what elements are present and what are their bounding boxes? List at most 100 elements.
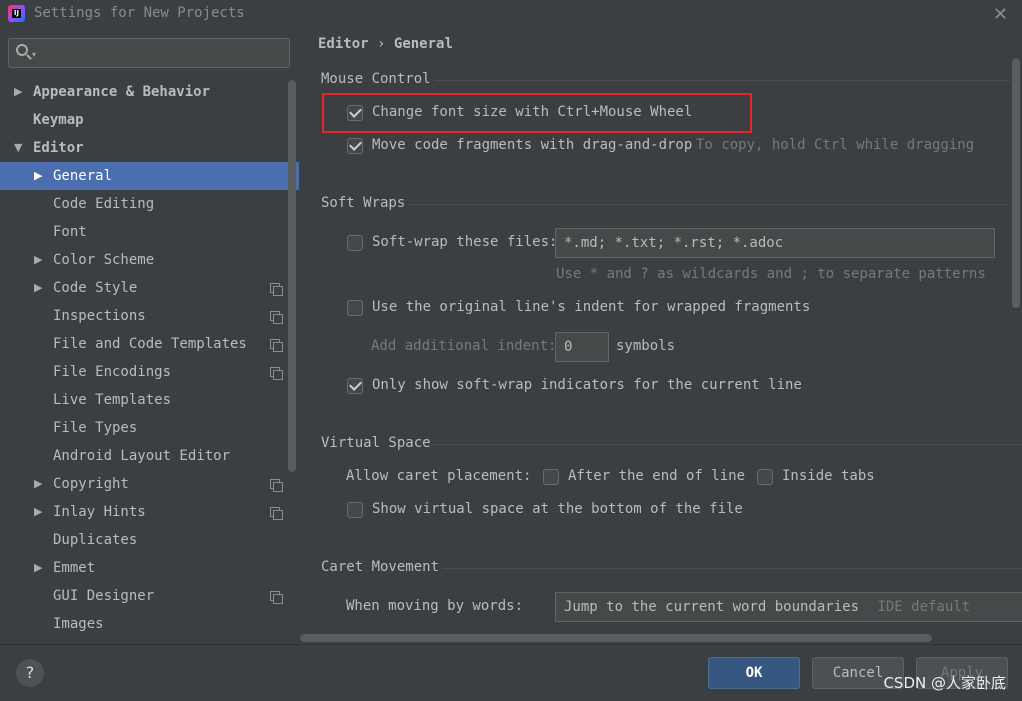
app-logo-icon: IJ (8, 5, 25, 22)
sidebar-item-code-editing[interactable]: Code Editing (0, 190, 300, 218)
sidebar-item-general[interactable]: ▶ General (0, 162, 299, 190)
sidebar-item-android-layout-editor[interactable]: Android Layout Editor (0, 442, 300, 470)
moving-by-words-hint: IDE default (877, 599, 971, 615)
project-settings-icon (270, 311, 283, 324)
after-end-of-line-label[interactable]: After the end of line (568, 468, 745, 484)
sidebar-item-label: Inspections (53, 308, 146, 324)
sidebar-item-gui-designer[interactable]: GUI Designer (0, 582, 300, 610)
title-bar: IJ Settings for New Projects ✕ (0, 0, 1022, 28)
sidebar-item-label: Appearance & Behavior (33, 84, 211, 100)
sidebar-scrollbar[interactable] (288, 80, 296, 472)
sidebar-item-inspections[interactable]: Inspections (0, 302, 300, 330)
close-icon[interactable]: ✕ (993, 4, 1008, 25)
content-scrollbar[interactable] (1012, 58, 1020, 308)
caret-placement-label: Allow caret placement: (346, 468, 532, 484)
sidebar-item-label: Android Layout Editor (53, 448, 231, 464)
sidebar-item-appearance[interactable]: ▶ Appearance & Behavior (0, 78, 300, 106)
section-divider (442, 568, 1022, 569)
project-settings-icon (270, 283, 283, 296)
sidebar-item-label: Code Editing (53, 196, 155, 212)
horizontal-scrollbar[interactable] (300, 634, 932, 642)
breadcrumb: Editor › General (318, 36, 453, 52)
move-code-hint: To copy, hold Ctrl while dragging (696, 137, 975, 153)
expand-arrow-icon[interactable]: ▶ (34, 246, 42, 274)
sidebar-item-keymap[interactable]: Keymap (0, 106, 300, 134)
section-title-virtual-space: Virtual Space (321, 435, 431, 451)
project-settings-icon (270, 479, 283, 492)
chevron-down-icon[interactable]: ▾ (32, 50, 36, 59)
sidebar-item-label: GUI Designer (53, 588, 155, 604)
soft-wrap-files-label[interactable]: Soft-wrap these files: (372, 234, 557, 250)
sidebar-item-file-encodings[interactable]: File Encodings (0, 358, 300, 386)
sidebar-item-label: Editor (33, 140, 84, 156)
expand-arrow-icon[interactable]: ▶ (34, 554, 42, 582)
breadcrumb-parent[interactable]: Editor (318, 36, 369, 52)
sidebar-item-label: Emmet (53, 560, 96, 576)
sidebar-item-label: Keymap (33, 112, 84, 128)
change-font-size-checkbox[interactable] (347, 105, 363, 121)
sidebar-item-label: General (53, 168, 113, 184)
dialog-footer: ? OK Cancel Apply CSDN @人家卧底 (0, 644, 1022, 701)
sidebar-item-duplicates[interactable]: Duplicates (0, 526, 300, 554)
sidebar-item-label: File and Code Templates (53, 336, 247, 352)
search-icon (16, 44, 28, 56)
soft-wrap-files-input[interactable]: *.md; *.txt; *.rst; *.adoc (555, 228, 995, 258)
expand-arrow-icon[interactable]: ▶ (34, 498, 42, 526)
section-divider (410, 204, 1010, 205)
move-code-checkbox[interactable] (347, 138, 363, 154)
show-virtual-space-checkbox[interactable] (347, 502, 363, 518)
sidebar-item-label: Code Style (53, 280, 138, 296)
sidebar-item-font[interactable]: Font (0, 218, 300, 246)
window-title: Settings for New Projects (34, 5, 245, 21)
sidebar-item-file-types[interactable]: File Types (0, 414, 300, 442)
moving-by-words-value: Jump to the current word boundaries (564, 599, 860, 615)
sidebar-item-code-style[interactable]: ▶ Code Style (0, 274, 300, 302)
help-button[interactable]: ? (16, 659, 44, 687)
show-virtual-space-label[interactable]: Show virtual space at the bottom of the … (372, 501, 743, 517)
expand-arrow-icon[interactable]: ▶ (34, 162, 42, 190)
section-title-caret-movement: Caret Movement (321, 559, 440, 575)
search-input[interactable]: ▾ (8, 38, 290, 68)
change-font-size-label[interactable]: Change font size with Ctrl+Mouse Wheel (372, 104, 692, 120)
additional-indent-unit: symbols (616, 338, 676, 354)
collapse-arrow-icon[interactable]: ▼ (14, 134, 22, 162)
expand-arrow-icon[interactable]: ▶ (34, 470, 42, 498)
section-title-mouse-control: Mouse Control (321, 71, 431, 87)
soft-wrap-files-checkbox[interactable] (347, 235, 363, 251)
sidebar-item-copyright[interactable]: ▶ Copyright (0, 470, 300, 498)
expand-arrow-icon[interactable]: ▶ (14, 78, 22, 106)
original-indent-checkbox[interactable] (347, 300, 363, 316)
sidebar-item-label: File Types (53, 420, 138, 436)
project-settings-icon (270, 367, 283, 380)
expand-arrow-icon[interactable]: ▶ (34, 274, 42, 302)
sidebar-item-images[interactable]: Images (0, 610, 300, 638)
section-title-soft-wraps: Soft Wraps (321, 195, 406, 211)
sidebar-item-label: Copyright (53, 476, 129, 492)
sidebar-item-color-scheme[interactable]: ▶ Color Scheme (0, 246, 300, 274)
sidebar-item-label: Images (53, 616, 104, 632)
moving-by-words-label: When moving by words: (346, 598, 524, 614)
soft-wrap-indicators-label[interactable]: Only show soft-wrap indicators for the c… (372, 377, 802, 393)
project-settings-icon (270, 591, 283, 604)
inside-tabs-checkbox[interactable] (757, 469, 773, 485)
sidebar-item-emmet[interactable]: ▶ Emmet (0, 554, 300, 582)
sidebar-item-label: File Encodings (53, 364, 172, 380)
watermark: CSDN @人家卧底 (883, 674, 1006, 692)
ok-button[interactable]: OK (708, 657, 800, 689)
sidebar-item-inlay-hints[interactable]: ▶ Inlay Hints (0, 498, 300, 526)
project-settings-icon (270, 507, 283, 520)
sidebar-item-editor[interactable]: ▼ Editor (0, 134, 300, 162)
move-code-label[interactable]: Move code fragments with drag-and-drop (372, 137, 692, 153)
sidebar-item-file-code-templates[interactable]: File and Code Templates (0, 330, 300, 358)
sidebar-item-live-templates[interactable]: Live Templates (0, 386, 300, 414)
sidebar-item-label: Live Templates (53, 392, 172, 408)
after-end-of-line-checkbox[interactable] (543, 469, 559, 485)
settings-content: Editor › General Mouse Control Change fo… (300, 28, 1022, 644)
soft-wrap-indicators-checkbox[interactable] (347, 378, 363, 394)
additional-indent-input[interactable]: 0 (555, 332, 609, 362)
original-indent-label[interactable]: Use the original line's indent for wrapp… (372, 299, 810, 315)
moving-by-words-select[interactable]: Jump to the current word boundaries IDE … (555, 592, 1022, 622)
breadcrumb-current: General (393, 36, 453, 52)
inside-tabs-label[interactable]: Inside tabs (782, 468, 875, 484)
breadcrumb-separator: › (377, 36, 386, 52)
